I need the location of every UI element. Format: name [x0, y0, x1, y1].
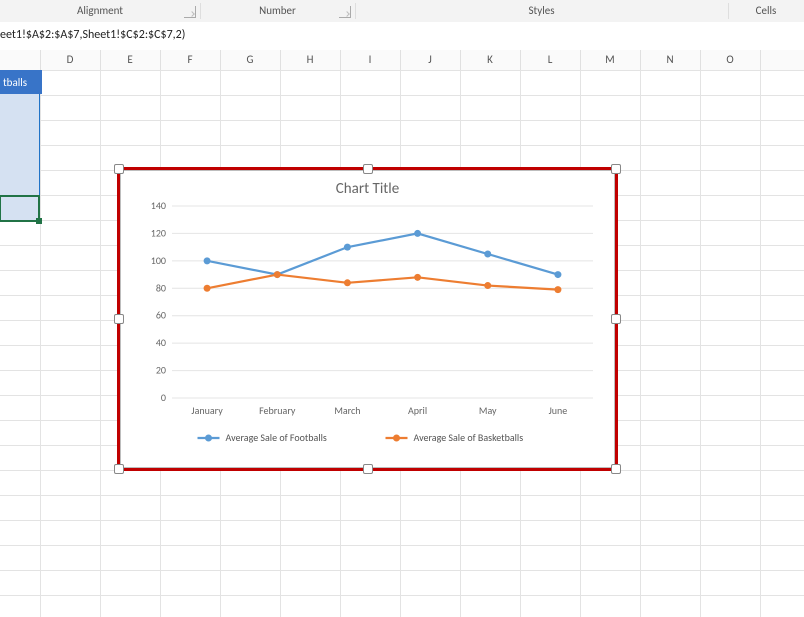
svg-text:Average Sale of Basketballs: Average Sale of Basketballs [414, 431, 524, 444]
svg-text:140: 140 [151, 199, 166, 212]
column-header[interactable]: N [640, 50, 701, 70]
svg-text:120: 120 [151, 226, 166, 239]
svg-text:March: March [334, 404, 360, 417]
ribbon-group-number[interactable]: Number [200, 0, 355, 22]
column-header[interactable]: O [700, 50, 761, 70]
ribbon-group-cells[interactable]: Cells [728, 0, 804, 22]
column-header[interactable]: I [340, 50, 401, 70]
ribbon-group-label: Styles [528, 4, 554, 17]
formula-bar[interactable]: eet1!$A$2:$A$7,Sheet1!$C$2:$C$7,2) [0, 22, 804, 51]
svg-text:60: 60 [156, 309, 166, 322]
cell-content-truncated: tballs [0, 70, 42, 94]
ribbon-group-label: Number [259, 4, 296, 17]
svg-text:January: January [191, 404, 223, 417]
formula-bar-content: eet1!$A$2:$A$7,Sheet1!$C$2:$C$7,2) [0, 28, 185, 42]
chart-plot: 0 20 40 60 80 100 120 140 January February March Ap… [124, 198, 611, 456]
chart-object[interactable]: Chart Title 0 20 40 60 80 100 120 140 January Feb… [117, 167, 618, 471]
resize-handle-nw[interactable] [114, 164, 124, 174]
ribbon-group-label: Cells [756, 4, 777, 17]
column-header[interactable]: E [100, 50, 161, 70]
svg-text:Average Sale of Footballs: Average Sale of Footballs [226, 431, 327, 444]
column-header[interactable] [760, 50, 804, 70]
column-header[interactable]: M [580, 50, 641, 70]
chart-title[interactable]: Chart Title [124, 180, 611, 198]
column-header[interactable]: L [520, 50, 581, 70]
column-header[interactable]: F [160, 50, 221, 70]
column-header-stub[interactable] [0, 50, 41, 70]
svg-text:February: February [259, 404, 296, 417]
svg-text:0: 0 [161, 391, 166, 404]
resize-handle-n[interactable] [363, 164, 373, 174]
ribbon-groups: Alignment Number Styles Cells [0, 0, 804, 23]
svg-text:20: 20 [156, 364, 166, 377]
column-header-row: D E F G H I J K L M N O [0, 50, 804, 71]
dialog-launcher-icon[interactable] [339, 6, 351, 18]
svg-text:40: 40 [156, 336, 166, 349]
resize-handle-sw[interactable] [114, 464, 124, 474]
resize-handle-w[interactable] [114, 314, 124, 324]
column-header[interactable]: G [220, 50, 281, 70]
svg-text:May: May [479, 404, 497, 417]
svg-text:April: April [408, 404, 427, 417]
resize-handle-ne[interactable] [611, 164, 621, 174]
column-header[interactable]: D [40, 50, 101, 70]
resize-handle-e[interactable] [611, 314, 621, 324]
ribbon-group-alignment[interactable]: Alignment [0, 0, 200, 22]
cells-area[interactable]: tballs Chart Title 0 20 40 60 80 100 120 140 Jan… [0, 70, 804, 617]
resize-handle-s[interactable] [363, 464, 373, 474]
column-header[interactable]: H [280, 50, 341, 70]
column-header[interactable]: K [460, 50, 521, 70]
svg-text:June: June [549, 404, 568, 417]
active-cell [0, 195, 40, 222]
svg-text:100: 100 [151, 254, 166, 267]
column-header[interactable]: J [400, 50, 461, 70]
resize-handle-se[interactable] [611, 464, 621, 474]
chart-inner: Chart Title 0 20 40 60 80 100 120 140 January Feb… [124, 174, 611, 464]
dialog-launcher-icon[interactable] [184, 6, 196, 18]
svg-text:80: 80 [156, 281, 166, 294]
worksheet-grid[interactable]: D E F G H I J K L M N O tballs [0, 50, 804, 617]
fill-handle[interactable] [36, 218, 42, 224]
ribbon-group-styles[interactable]: Styles [355, 0, 728, 22]
ribbon-group-label: Alignment [77, 4, 123, 17]
